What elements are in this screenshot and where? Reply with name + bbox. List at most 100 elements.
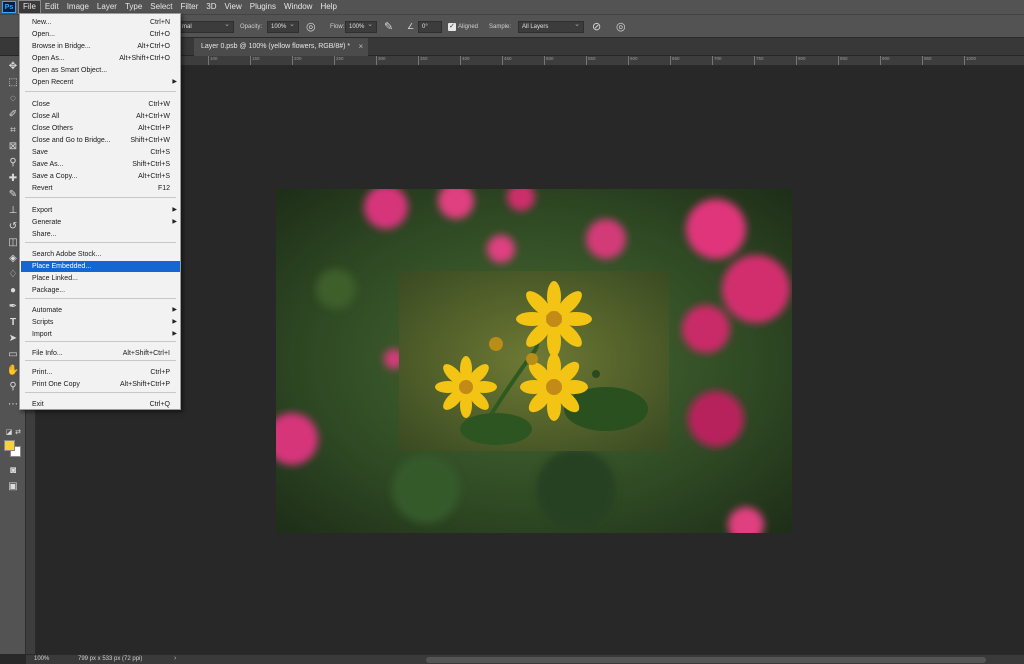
ignore-adjustment-layers-icon[interactable]: ⊘ [592, 20, 601, 34]
menu-item-shortcut: Alt+Ctrl+S [138, 173, 170, 180]
submenu-arrow-icon: ▶ [172, 219, 177, 225]
ruler-tick-label: 600 [628, 56, 638, 65]
menu-item-revert[interactable]: Revert F12 [21, 183, 180, 194]
menu-item-shortcut: Shift+Ctrl+W [130, 137, 170, 144]
ruler-tick-label: 700 [712, 56, 722, 65]
ruler-tick-label: 100 [208, 56, 218, 65]
menu-item-open-recent[interactable]: Open Recent ▶ [21, 77, 180, 88]
menu-separator [25, 392, 176, 393]
menu-item-close-and-go-to-bridge[interactable]: Close and Go to Bridge... Shift+Ctrl+W [21, 135, 180, 146]
angle-field[interactable]: 0° [418, 21, 442, 33]
menu-file[interactable]: File [18, 0, 41, 14]
menu-window[interactable]: Window [280, 0, 316, 14]
menu-separator [25, 360, 176, 361]
menu-item-share[interactable]: Share... [21, 229, 180, 240]
menu-item-file-info[interactable]: File Info... Alt+Shift+Ctrl+I [21, 348, 180, 359]
menu-item-shortcut: Ctrl+O [149, 31, 170, 38]
submenu-arrow-icon: ▶ [172, 307, 177, 313]
menu-item-scripts[interactable]: Scripts ▶ [21, 317, 180, 328]
menu-item-close-others[interactable]: Close Others Alt+Ctrl+P [21, 123, 180, 134]
menu-item-open-as[interactable]: Open As... Alt+Shift+Ctrl+O [21, 53, 180, 64]
menu-view[interactable]: View [221, 0, 246, 14]
menu-item-label: Open as Smart Object... [32, 67, 108, 74]
menu-item-save-as[interactable]: Save As... Shift+Ctrl+S [21, 159, 180, 170]
menu-item-label: Package... [32, 287, 66, 294]
menu-item-print[interactable]: Print... Ctrl+P [21, 367, 180, 378]
menu-item-save-a-copy[interactable]: Save a Copy... Alt+Ctrl+S [21, 171, 180, 182]
menu-item-import[interactable]: Import ▶ [21, 329, 180, 340]
ruler-tick-label: 350 [418, 56, 428, 65]
menu-item-label: Exit [32, 401, 44, 408]
ruler-tick-label: 150 [250, 56, 260, 65]
menu-item-export[interactable]: Export ▶ [21, 205, 180, 216]
pressure-size-icon[interactable]: ◎ [616, 20, 626, 34]
menu-item-print-one-copy[interactable]: Print One Copy Alt+Shift+Ctrl+P [21, 379, 180, 390]
airbrush-icon[interactable]: ✎ [384, 20, 393, 34]
ruler-tick-label: 450 [502, 56, 512, 65]
menu-filter[interactable]: Filter [177, 0, 203, 14]
menu-item-open-as-smart-object[interactable]: Open as Smart Object... [21, 65, 180, 76]
menu-item-generate[interactable]: Generate ▶ [21, 217, 180, 228]
menu-item-browse-in-bridge[interactable]: Browse in Bridge... Alt+Ctrl+O [21, 41, 180, 52]
document-info: 799 px x 533 px (72 ppi) [78, 656, 143, 662]
document-tab[interactable]: Layer 0.psb @ 100% (yellow flowers, RGB/… [194, 38, 369, 56]
ruler-tick-label: 300 [376, 56, 386, 65]
menu-item-label: Place Embedded... [32, 263, 92, 270]
document-canvas[interactable] [276, 189, 792, 533]
quick-mask-icon[interactable]: ◙ [5, 464, 21, 478]
menu-item-shortcut: Ctrl+S [150, 149, 170, 156]
menu-layer[interactable]: Layer [93, 0, 121, 14]
menu-items: File Edit Image Layer Type Select Filter 3D View… [18, 0, 341, 14]
opacity-field[interactable]: 100% [267, 20, 299, 33]
ruler-tick-label: 250 [334, 56, 344, 65]
menu-item-save[interactable]: Save Ctrl+S [21, 147, 180, 158]
menu-separator [25, 91, 176, 92]
menu-item-shortcut: Alt+Ctrl+P [138, 125, 170, 132]
menu-item-search-adobe-stock[interactable]: Search Adobe Stock... [21, 249, 180, 260]
flow-field[interactable]: 100% [345, 20, 377, 33]
menu-select[interactable]: Select [146, 0, 176, 14]
sample-select[interactable]: All Layers [518, 20, 584, 33]
ruler-tick-label: 900 [880, 56, 890, 65]
zoom-level[interactable]: 100% [34, 656, 49, 662]
menu-edit[interactable]: Edit [41, 0, 63, 14]
menu-item-automate[interactable]: Automate ▶ [21, 305, 180, 316]
ruler-tick-label: 800 [796, 56, 806, 65]
pressure-opacity-icon[interactable]: ◎ [306, 20, 316, 34]
ruler-tick-label: 950 [922, 56, 932, 65]
close-tab-icon[interactable]: × [358, 38, 363, 56]
swap-colors-icon[interactable]: ⇄ [10, 426, 26, 440]
file-menu-dropdown: New... Ctrl+N Open... Ctrl+O Browse in Bridg… [19, 13, 181, 410]
menu-type[interactable]: Type [121, 0, 146, 14]
menu-image[interactable]: Image [63, 0, 93, 14]
screen-mode-icon[interactable]: ▣ [5, 480, 21, 494]
blend-mode-select[interactable]: mal [178, 20, 234, 33]
menu-item-close[interactable]: Close Ctrl+W [21, 99, 180, 110]
menu-item-label: Close Others [32, 125, 73, 132]
menu-3d[interactable]: 3D [202, 0, 220, 14]
ruler-tick-label: 200 [292, 56, 302, 65]
menu-separator [25, 298, 176, 299]
menu-item-close-all[interactable]: Close All Alt+Ctrl+W [21, 111, 180, 122]
menu-item-place-linked[interactable]: Place Linked... [21, 273, 180, 284]
aligned-label: Aligned [458, 24, 479, 30]
menu-item-label: Print... [32, 369, 53, 376]
menu-item-shortcut: Ctrl+Q [149, 401, 170, 408]
menu-item-label: Open... [32, 31, 55, 38]
aligned-checkbox[interactable]: ✓ [448, 23, 456, 31]
menu-help[interactable]: Help [316, 0, 340, 14]
foreground-color-swatch[interactable] [4, 440, 15, 451]
ruler-tick-label: 650 [670, 56, 680, 65]
status-menu-arrow-icon[interactable]: › [174, 655, 176, 662]
menu-item-label: Save As... [32, 161, 64, 168]
menu-item-label: Save [32, 149, 48, 156]
angle-icon: ∠ [407, 22, 415, 31]
menu-item-place-embedded[interactable]: Place Embedded... [21, 261, 180, 272]
ruler-tick-label: 500 [544, 56, 554, 65]
menu-item-package[interactable]: Package... [21, 285, 180, 296]
menu-item-open[interactable]: Open... Ctrl+O [21, 29, 180, 40]
menu-plugins[interactable]: Plugins [246, 0, 280, 14]
menu-item-new[interactable]: New... Ctrl+N [21, 17, 180, 28]
menu-item-exit[interactable]: Exit Ctrl+Q [21, 399, 180, 410]
horizontal-scrollbar[interactable] [426, 657, 986, 663]
